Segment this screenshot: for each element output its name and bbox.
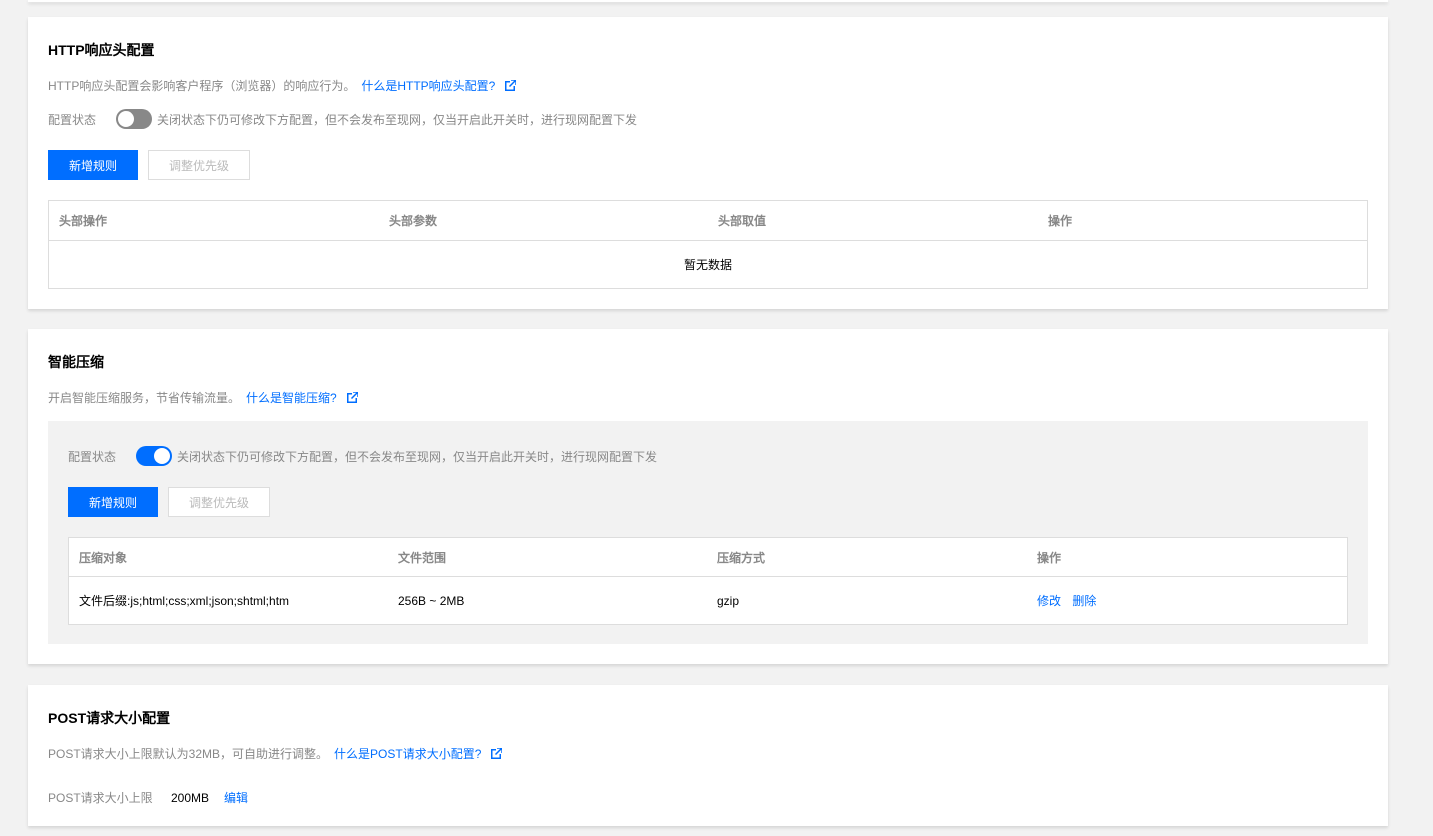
- card-title: 智能压缩: [48, 354, 104, 370]
- compression-method: gzip: [717, 593, 740, 608]
- compression-rules-table: 压缩对象 文件范围 压缩方式 操作 文件后缀:js;html;css;xml;j…: [68, 537, 1348, 625]
- help-link[interactable]: 什么是HTTP响应头配置?: [361, 77, 495, 94]
- post-limit-value: 200MB: [171, 790, 210, 805]
- add-rule-button[interactable]: 新增规则: [68, 487, 158, 517]
- external-link-icon[interactable]: [346, 392, 358, 403]
- row-actions: 修改 删除: [1027, 592, 1347, 609]
- description-text: HTTP响应头配置会影响客户程序（浏览器）的响应行为。: [48, 79, 356, 93]
- description-text: POST请求大小上限默认为32MB，可自助进行调整。: [48, 747, 329, 761]
- column-header: 头部参数: [389, 214, 438, 228]
- empty-row: 暂无数据: [49, 241, 1367, 288]
- post-limit-row: POST请求大小上限 200MB 编辑: [48, 789, 256, 806]
- column-header: 头部取值: [718, 214, 767, 228]
- status-label: 配置状态: [48, 112, 97, 127]
- status-hint: 关闭状态下仍可修改下方配置，但不会发布至现网，仅当开启此开关时，进行现网配置下发: [157, 112, 638, 127]
- compression-card: 智能压缩 开启智能压缩服务，节省传输流量。 什么是智能压缩? 配置状态 关闭状态…: [28, 329, 1388, 664]
- previous-card-edge: [28, 0, 1388, 2]
- edit-link[interactable]: 修改: [1037, 594, 1061, 608]
- toggle-knob: [154, 448, 170, 464]
- column-header: 操作: [1048, 214, 1073, 228]
- card-description: 开启智能压缩服务，节省传输流量。 什么是智能压缩?: [48, 389, 358, 406]
- header-rules-table: 头部操作 头部参数 头部取值 操作 暂无数据: [48, 200, 1368, 289]
- compression-target: 文件后缀:js;html;css;xml;json;shtml;htm: [79, 594, 290, 608]
- config-status-toggle[interactable]: [136, 446, 172, 466]
- config-status-row: 配置状态 关闭状态下仍可修改下方配置，但不会发布至现网，仅当开启此开关时，进行现…: [68, 446, 657, 466]
- card-title: HTTP响应头配置: [48, 42, 155, 58]
- help-link[interactable]: 什么是POST请求大小配置?: [334, 745, 481, 762]
- external-link-icon[interactable]: [505, 80, 517, 91]
- column-header: 文件范围: [398, 550, 447, 565]
- help-link[interactable]: 什么是智能压缩?: [246, 389, 337, 406]
- card-title: POST请求大小配置: [48, 710, 171, 726]
- compression-config-panel: 配置状态 关闭状态下仍可修改下方配置，但不会发布至现网，仅当开启此开关时，进行现…: [48, 421, 1368, 644]
- external-link-icon[interactable]: [491, 748, 503, 759]
- action-buttons: 新增规则 调整优先级: [68, 487, 270, 517]
- file-range: 256B ~ 2MB: [398, 593, 465, 608]
- http-header-card: HTTP响应头配置 HTTP响应头配置会影响客户程序（浏览器）的响应行为。 什么…: [28, 17, 1388, 309]
- edit-link[interactable]: 编辑: [224, 789, 248, 806]
- config-status-row: 配置状态 关闭状态下仍可修改下方配置，但不会发布至现网，仅当开启此开关时，进行现…: [48, 109, 637, 129]
- table-row: 文件后缀:js;html;css;xml;json;shtml;htm 256B…: [69, 577, 1347, 624]
- column-header: 压缩对象: [79, 550, 128, 565]
- column-header: 头部操作: [59, 214, 108, 228]
- table-header: 头部操作 头部参数 头部取值 操作: [49, 201, 1367, 241]
- add-rule-button[interactable]: 新增规则: [48, 150, 138, 180]
- card-description: POST请求大小上限默认为32MB，可自助进行调整。 什么是POST请求大小配置…: [48, 745, 503, 762]
- status-label: 配置状态: [68, 449, 117, 464]
- card-description: HTTP响应头配置会影响客户程序（浏览器）的响应行为。 什么是HTTP响应头配置…: [48, 77, 517, 94]
- table-header: 压缩对象 文件范围 压缩方式 操作: [69, 538, 1347, 577]
- action-buttons: 新增规则 调整优先级: [48, 150, 250, 180]
- toggle-knob: [118, 111, 134, 127]
- config-status-toggle[interactable]: [116, 109, 152, 129]
- post-size-card: POST请求大小配置 POST请求大小上限默认为32MB，可自助进行调整。 什么…: [28, 685, 1388, 826]
- post-limit-label: POST请求大小上限: [48, 791, 153, 805]
- delete-link[interactable]: 删除: [1072, 594, 1096, 608]
- description-text: 开启智能压缩服务，节省传输流量。: [48, 391, 241, 405]
- adjust-priority-button: 调整优先级: [168, 487, 270, 517]
- column-header: 操作: [1037, 550, 1062, 565]
- status-hint: 关闭状态下仍可修改下方配置，但不会发布至现网，仅当开启此开关时，进行现网配置下发: [177, 449, 658, 464]
- adjust-priority-button: 调整优先级: [148, 150, 250, 180]
- column-header: 压缩方式: [717, 550, 766, 565]
- empty-text: 暂无数据: [683, 258, 732, 272]
